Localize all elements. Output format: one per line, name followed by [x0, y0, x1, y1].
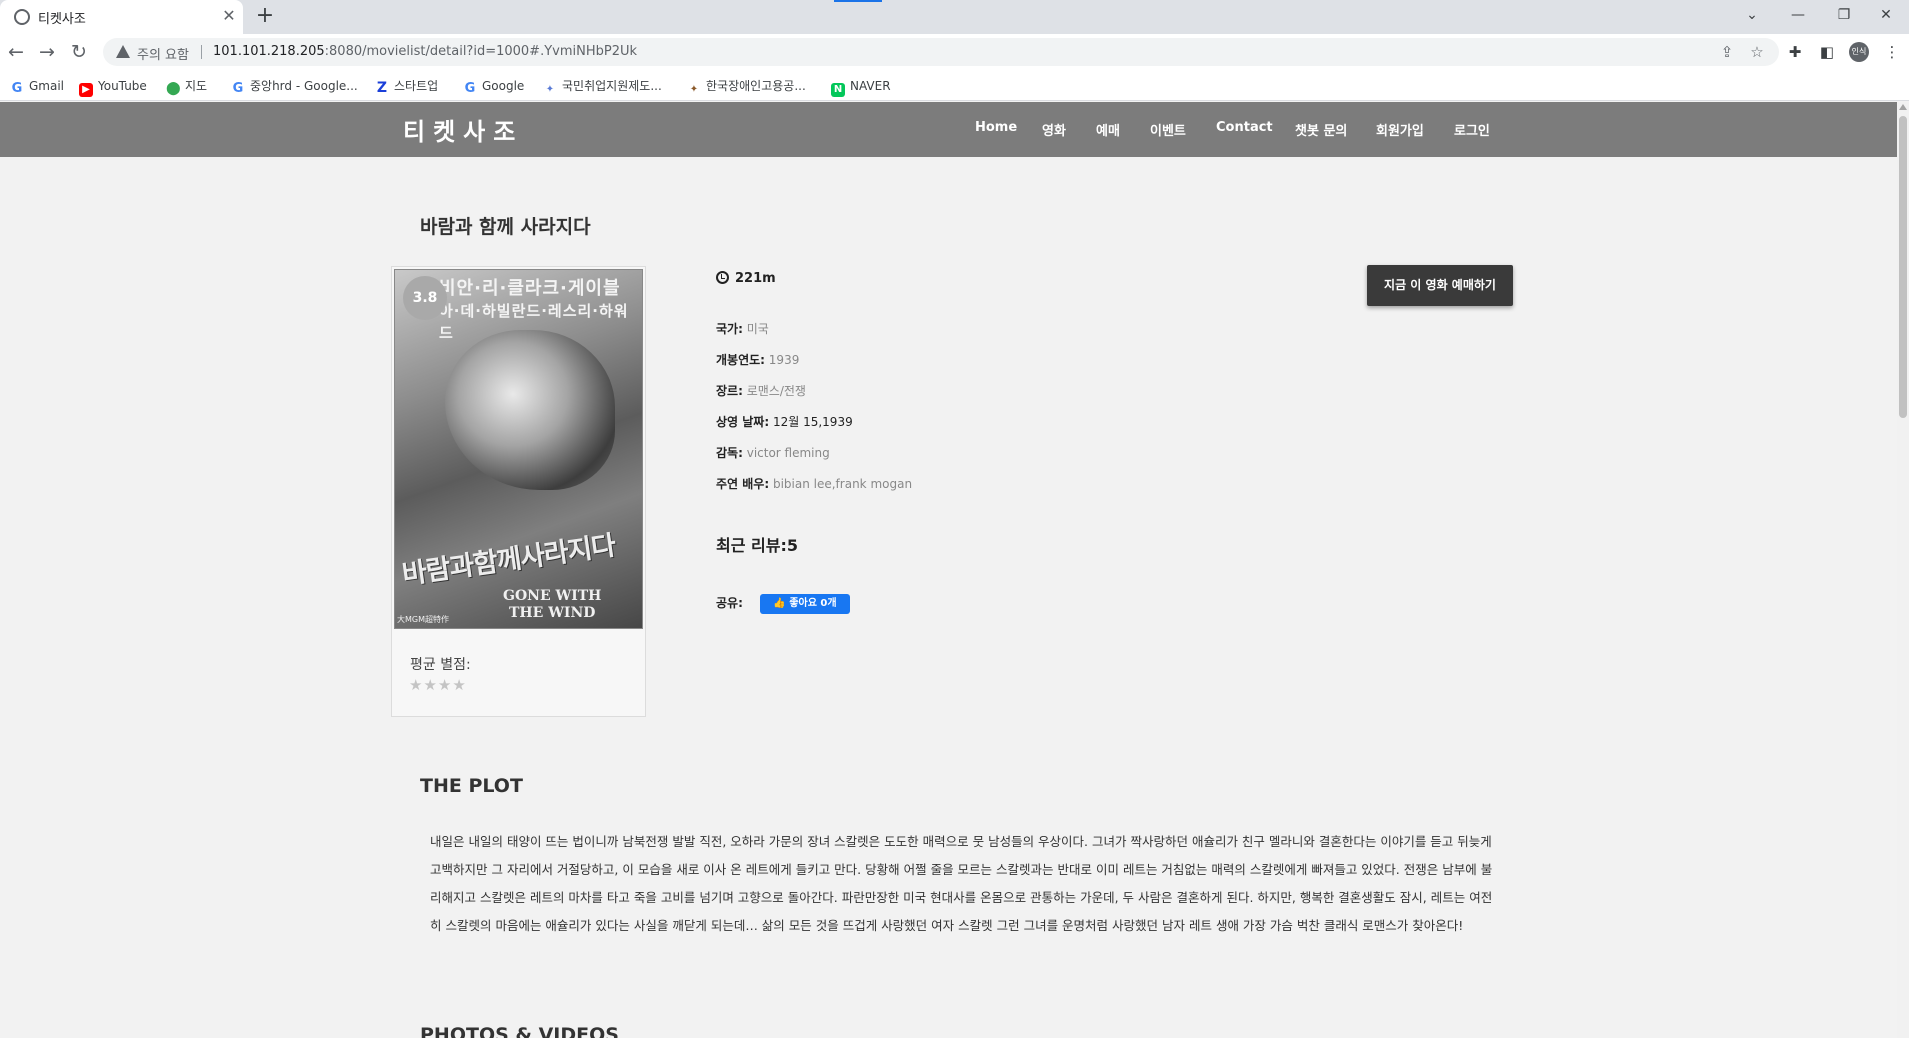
info-director: 감독: victor fleming — [716, 446, 830, 460]
info-year: 개봉연도: 1939 — [716, 353, 800, 367]
gov-logo-icon: ✦ — [545, 84, 555, 95]
globe-icon — [14, 9, 30, 25]
tab-indicator — [834, 0, 882, 2]
browser-tab-active[interactable]: 티켓사조 ✕ — [0, 0, 243, 34]
menu-kebab-icon[interactable]: ⋮ — [1881, 41, 1903, 63]
nav-chatbot[interactable]: 챗봇 문의 — [1295, 120, 1347, 139]
close-tab-icon[interactable]: ✕ — [218, 5, 240, 27]
poster-english-title: GONE WITH THE WIND — [503, 588, 602, 621]
bookmark-google[interactable]: G Google — [463, 76, 525, 96]
profile-avatar[interactable]: 인식 — [1849, 42, 1869, 62]
address-bar[interactable]: 주의 요함 101.101.218.205:8080/movielist/det… — [103, 38, 1779, 66]
warning-icon — [116, 45, 130, 58]
nav-booking[interactable]: 예매 — [1096, 120, 1120, 139]
poster-artwork — [445, 330, 615, 490]
bookmark-star-icon[interactable]: ☆ — [1746, 42, 1768, 62]
poster-korean-title: 바람과함께사라지다 — [400, 530, 618, 591]
omnibox-divider — [201, 45, 202, 59]
info-release-date: 상영 날짜: 12월 15,1939 — [716, 415, 853, 429]
page-scrollbar[interactable] — [1897, 102, 1909, 1038]
z-logo-icon: Z — [376, 80, 388, 96]
star-rating[interactable]: ★★★★ — [409, 676, 467, 694]
bookmark-gmail[interactable]: G Gmail — [10, 76, 64, 96]
url-text[interactable]: 101.101.218.205:8080/movielist/detail?id… — [213, 44, 637, 59]
info-genre: 장르: 로맨스/전쟁 — [716, 384, 806, 398]
plot-heading: THE PLOT — [420, 775, 523, 797]
share-label: 공유: — [716, 596, 743, 610]
nav-signup[interactable]: 회원가입 — [1376, 120, 1424, 139]
facebook-like-button[interactable]: 👍 좋아요 0개 — [760, 594, 850, 614]
minimize-button[interactable]: — — [1775, 0, 1821, 30]
site-header: 티켓사조 Home 영화 예매 이벤트 Contact 챗봇 문의 회원가입 로… — [0, 102, 1897, 157]
scroll-up-icon[interactable] — [1899, 104, 1907, 110]
bookmark-youtube[interactable]: ▶ YouTube — [79, 76, 147, 97]
clock-icon — [716, 271, 729, 284]
share-icon[interactable]: ⇪ — [1716, 42, 1738, 62]
back-arrow-icon[interactable]: ← — [3, 39, 29, 65]
nav-events[interactable]: 이벤트 — [1150, 120, 1186, 139]
web-page: 티켓사조 Home 영화 예매 이벤트 Contact 챗봇 문의 회원가입 로… — [0, 102, 1897, 1038]
youtube-icon: ▶ — [79, 83, 93, 97]
movie-title: 바람과 함께 사라지다 — [420, 216, 591, 238]
naver-icon: N — [831, 83, 845, 97]
bookmarks-bar: G Gmail ▶ YouTube ⬤ 지도 G 중앙hrd - Google... Z… — [0, 70, 1909, 101]
poster-card: 비안·리·클라크·게이블 아·데·하빌란드·레스리·하워드 바람과함께사라지다 G… — [391, 266, 646, 717]
scroll-thumb[interactable] — [1899, 116, 1907, 418]
google-icon: G — [11, 81, 23, 96]
browser-toolbar: ← → ↻ 주의 요함 101.101.218.205:8080/movieli… — [0, 34, 1909, 70]
movie-poster: 비안·리·클라크·게이블 아·데·하빌란드·레스리·하워드 바람과함께사라지다 G… — [394, 269, 643, 629]
security-warning[interactable]: 주의 요함 — [137, 44, 189, 63]
new-tab-button[interactable]: + — [252, 4, 278, 30]
info-country: 국가: 미국 — [716, 322, 769, 336]
tab-title: 티켓사조 — [38, 12, 86, 27]
bookmark-disability-agency[interactable]: ✦ 한국장애인고용공... — [687, 76, 806, 96]
google-icon: G — [464, 81, 476, 96]
book-now-button[interactable]: 지금 이 영화 예매하기 — [1367, 265, 1513, 306]
google-icon: G — [232, 81, 244, 96]
nav-movies[interactable]: 영화 — [1042, 120, 1066, 139]
recent-reviews[interactable]: 최근 리뷰:5 — [716, 532, 798, 556]
poster-studio-text: 大MGM超特作 — [397, 615, 450, 624]
extensions-icon[interactable]: ✚ — [1784, 41, 1806, 63]
url-path: :8080/movielist/detail?id=1000#.YvmiNHbP… — [324, 44, 638, 59]
bookmark-maps[interactable]: ⬤ 지도 — [166, 76, 207, 96]
runtime: 221m — [716, 271, 776, 286]
bookmark-naver[interactable]: N NAVER — [831, 76, 891, 97]
site-logo[interactable]: 티켓사조 — [403, 112, 523, 147]
close-window-button[interactable]: ✕ — [1863, 0, 1909, 30]
nav-contact[interactable]: Contact — [1216, 120, 1273, 135]
plot-text: 내일은 내일의 태양이 뜨는 법이니까 남북전쟁 발발 직전, 오하라 가문의 … — [430, 834, 1493, 933]
nav-home[interactable]: Home — [975, 120, 1017, 135]
poster-cast-text: 비안·리·클라크·게이블 아·데·하빌란드·레스리·하워드 — [439, 278, 629, 342]
map-pin-icon: ⬤ — [166, 81, 181, 96]
browser-tabstrip: 티켓사조 ✕ + ⌄ — ❐ ✕ — [0, 0, 1909, 34]
side-panel-icon[interactable]: ◧ — [1816, 41, 1838, 63]
reload-icon[interactable]: ↻ — [66, 39, 92, 65]
forward-arrow-icon[interactable]: → — [34, 39, 60, 65]
runtime-value: 221m — [735, 271, 776, 286]
rating-badge: 3.8 — [403, 276, 447, 320]
bookmark-employment[interactable]: ✦ 국민취업지원제도... — [543, 76, 662, 96]
photos-videos-heading: PHOTOS & VIDEOS — [420, 1024, 619, 1038]
info-cast: 주연 배우: bibian lee,frank mogan — [716, 477, 913, 491]
average-rating-label: 평균 별점: — [410, 657, 471, 673]
bookmark-startup[interactable]: Z 스타트업 — [375, 76, 438, 96]
agency-logo-icon: ✦ — [689, 84, 699, 95]
bookmark-hrd[interactable]: G 중앙hrd - Google... — [231, 76, 358, 96]
restore-button[interactable]: ❐ — [1821, 0, 1867, 30]
thumbs-up-icon: 👍 — [773, 598, 786, 609]
url-host: 101.101.218.205 — [213, 44, 325, 59]
nav-login[interactable]: 로그인 — [1454, 120, 1490, 139]
tab-search-icon[interactable]: ⌄ — [1729, 0, 1775, 30]
